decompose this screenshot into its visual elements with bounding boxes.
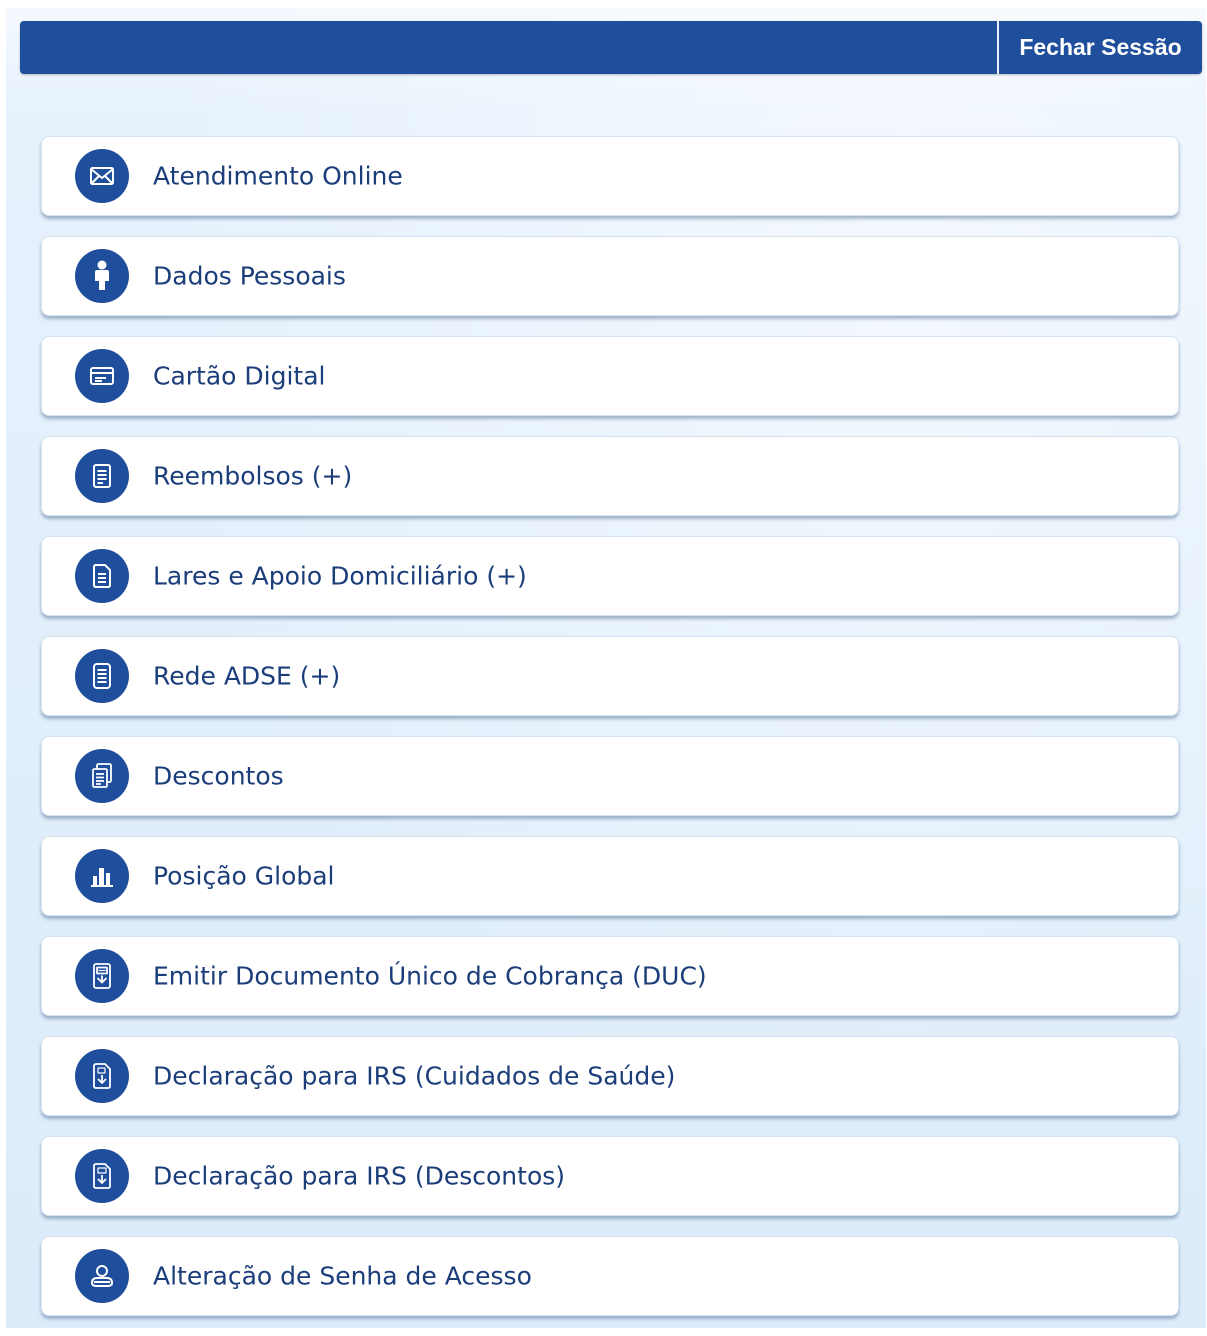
- document-icon: [75, 549, 129, 603]
- menu-item-label: Posição Global: [153, 861, 335, 891]
- bar-chart-icon: [75, 849, 129, 903]
- menu-item-label: Rede ADSE (+): [153, 661, 341, 691]
- user-password-icon: [75, 1249, 129, 1303]
- menu-item-label: Declaração para IRS (Descontos): [153, 1161, 566, 1191]
- logout-button[interactable]: Fechar Sessão: [999, 21, 1202, 74]
- menu-item-reembolsos[interactable]: Reembolsos (+): [41, 436, 1179, 516]
- menu-item-label: Declaração para IRS (Cuidados de Saúde): [153, 1061, 676, 1091]
- menu-item-declaracao-irs-descontos[interactable]: Declaração para IRS (Descontos): [41, 1136, 1179, 1216]
- irs-discounts-document-icon: [75, 1149, 129, 1203]
- menu-item-dados-pessoais[interactable]: Dados Pessoais: [41, 236, 1179, 316]
- menu-item-label: Emitir Documento Único de Cobrança (DUC): [153, 961, 707, 991]
- documents-stack-icon: [75, 749, 129, 803]
- menu-item-label: Descontos: [153, 761, 284, 791]
- menu-item-posicao-global[interactable]: Posição Global: [41, 836, 1179, 916]
- card-icon: [75, 349, 129, 403]
- menu-item-label: Reembolsos (+): [153, 461, 353, 491]
- top-navigation-bar: Fechar Sessão: [20, 21, 1202, 74]
- main-menu: Atendimento Online Dados Pessoais Cartão…: [41, 136, 1179, 1336]
- irs-health-document-icon: [75, 1049, 129, 1103]
- menu-item-label: Dados Pessoais: [153, 261, 346, 291]
- menu-item-label: Alteração de Senha de Acesso: [153, 1261, 532, 1291]
- menu-item-emitir-duc[interactable]: Emitir Documento Único de Cobrança (DUC): [41, 936, 1179, 1016]
- menu-item-label: Cartão Digital: [153, 361, 326, 391]
- menu-item-declaracao-irs-saude[interactable]: Declaração para IRS (Cuidados de Saúde): [41, 1036, 1179, 1116]
- menu-item-atendimento-online[interactable]: Atendimento Online: [41, 136, 1179, 216]
- envelope-icon: [75, 149, 129, 203]
- document-list-icon: [75, 449, 129, 503]
- menu-item-descontos[interactable]: Descontos: [41, 736, 1179, 816]
- duc-document-icon: [75, 949, 129, 1003]
- list-icon: [75, 649, 129, 703]
- menu-item-label: Atendimento Online: [153, 161, 403, 191]
- menu-item-alteracao-senha[interactable]: Alteração de Senha de Acesso: [41, 1236, 1179, 1316]
- page-background: Fechar Sessão Atendimento Online Dados P…: [6, 8, 1206, 1328]
- person-icon: [75, 249, 129, 303]
- menu-item-lares-apoio-domiciliario[interactable]: Lares e Apoio Domiciliário (+): [41, 536, 1179, 616]
- menu-item-cartao-digital[interactable]: Cartão Digital: [41, 336, 1179, 416]
- menu-item-rede-adse[interactable]: Rede ADSE (+): [41, 636, 1179, 716]
- menu-item-label: Lares e Apoio Domiciliário (+): [153, 561, 527, 591]
